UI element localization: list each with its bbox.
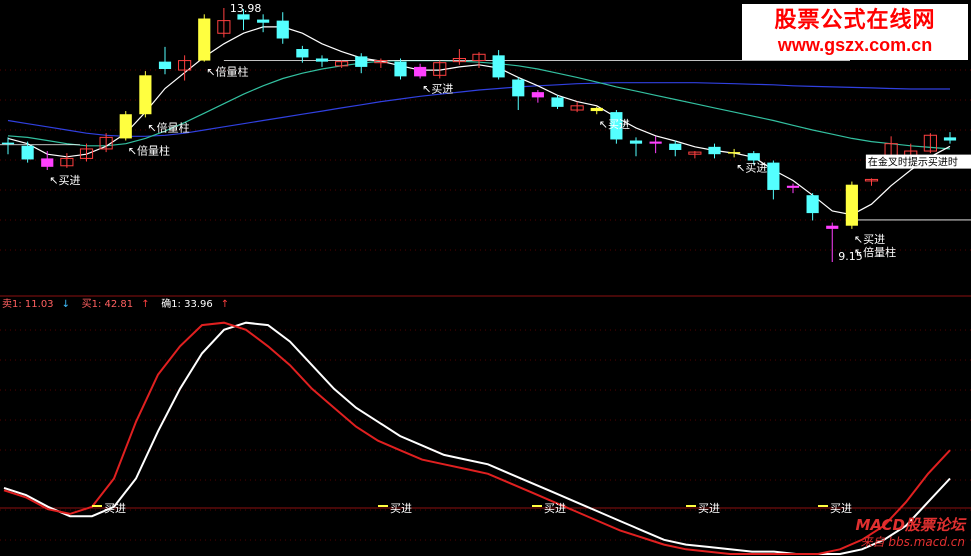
candle-body — [845, 184, 858, 226]
price-high-label: 13.98 — [230, 2, 262, 15]
candle-body — [158, 61, 172, 70]
candle-body — [198, 18, 211, 61]
candle-body — [355, 56, 368, 67]
legend-arrow: ↓ — [62, 299, 70, 310]
signal-label: ↖倍量柱 — [206, 65, 248, 79]
candle-body — [139, 75, 152, 115]
osc-signal-label: 买进 — [390, 502, 412, 515]
osc-white-line — [3, 321, 951, 555]
candle-body — [708, 146, 721, 155]
candle-body — [276, 20, 289, 39]
watermark-url: www.gszx.com.cn — [777, 35, 933, 55]
candle-body — [296, 49, 309, 58]
candle-body — [590, 107, 603, 112]
candle-body — [492, 55, 505, 78]
watermark2-prefix: 来自 — [860, 535, 885, 549]
candle-body — [237, 14, 250, 20]
candle-body — [728, 152, 741, 154]
candle-body — [786, 185, 800, 188]
signal-label: ↖买进 — [854, 233, 885, 246]
candle-body — [315, 58, 329, 62]
candle-body — [1, 142, 15, 145]
legend-arrow: ↑ — [221, 299, 229, 310]
candle-body — [21, 145, 34, 160]
candle-body — [669, 143, 682, 150]
watermark-title: 股票公式在线网 — [774, 8, 936, 33]
candle-body — [551, 97, 564, 107]
legend-label: 卖1: 11.03 — [2, 298, 54, 310]
watermark2-title: MACD股票论坛 — [855, 516, 965, 534]
candle-body — [414, 66, 427, 77]
candle-body — [767, 162, 780, 190]
legend-label: 确1: 33.96 — [161, 297, 213, 310]
candle-body — [943, 137, 957, 141]
signal-label: ↖倍量柱 — [128, 144, 170, 158]
candle-body — [257, 19, 270, 23]
candle-body — [826, 225, 839, 229]
watermark-top: 股票公式在线网 www.gszx.com.cn — [742, 4, 968, 60]
signal-label: ↖倍量柱 — [854, 245, 896, 259]
candle-body — [512, 79, 525, 97]
candle-body — [806, 195, 819, 214]
watermark-bottom: MACD股票论坛 来自 bbs.macd.cn — [833, 512, 965, 554]
candle-body — [41, 158, 54, 167]
signal-label: ↖买进 — [49, 174, 80, 187]
signal-label: ↖买进 — [736, 161, 767, 174]
legend-label: 买1: 42.81 — [82, 298, 134, 310]
candle-body — [629, 140, 643, 144]
signal-label: ↖买进 — [599, 118, 630, 131]
osc-signal-label: 买进 — [544, 502, 566, 515]
price-chart: 13.989.15↖买进↖倍量柱↖倍量柱↖倍量柱↖买进↖买进↖买进↖买进↖倍量柱… — [0, 2, 971, 555]
callout-text: 在金叉时提示买进时 — [868, 156, 958, 169]
legend-arrow: ↑ — [141, 299, 149, 310]
signal-label: ↖买进 — [422, 82, 453, 95]
candle-body — [747, 153, 760, 161]
osc-signal-label: 买进 — [104, 502, 126, 515]
stock-chart-screen: 13.98 9.15 ↖买进 ↖倍量柱 ↖倍量柱 ↖倍量柱 ↖买进 ↖买进 ↖买进 ↖买进 ↖倍量柱… — [0, 0, 971, 556]
candle-body — [649, 141, 662, 144]
watermark2-url: bbs.macd.cn — [888, 535, 965, 549]
signal-label: ↖倍量柱 — [147, 120, 189, 134]
osc-signal-label: 买进 — [698, 502, 720, 515]
candle-body — [531, 92, 544, 98]
candle-body — [119, 114, 132, 139]
candle-body — [394, 61, 407, 77]
osc-red-line — [3, 321, 951, 555]
